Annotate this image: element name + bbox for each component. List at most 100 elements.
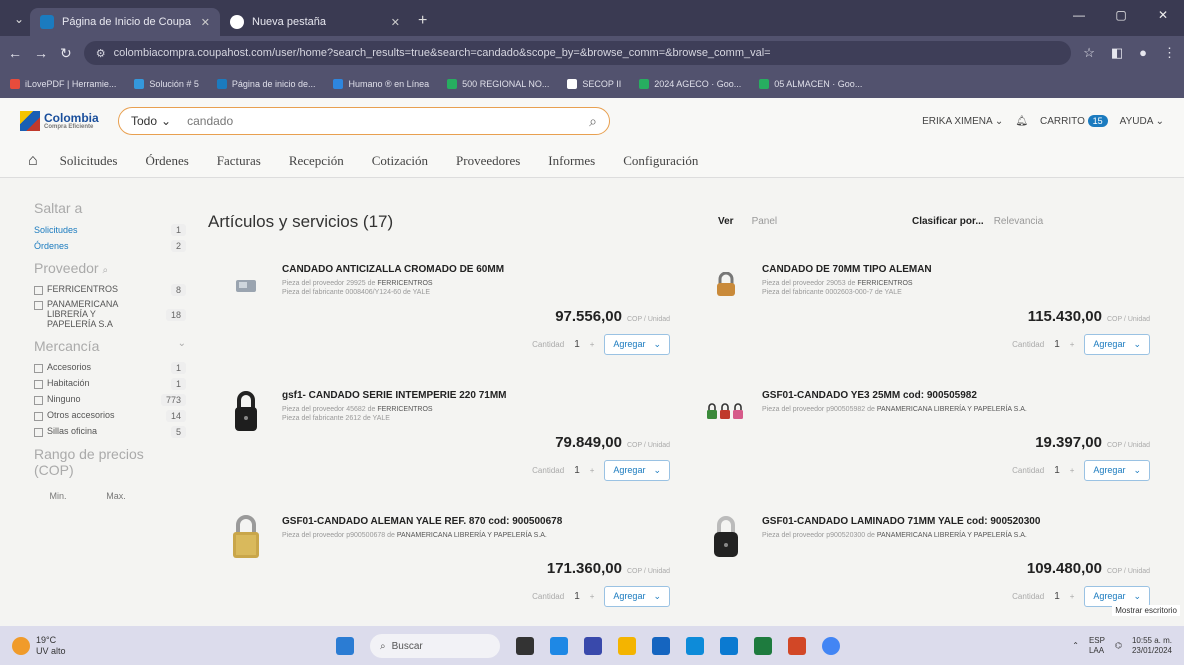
task-view-icon[interactable]	[516, 637, 534, 655]
product-name[interactable]: CANDADO DE 70MM TIPO ALEMAN	[762, 264, 932, 275]
browser-icon[interactable]	[686, 637, 704, 655]
min-price-input[interactable]: Min.	[34, 486, 82, 506]
bookmark-item[interactable]: Página de inicio de...	[216, 79, 315, 89]
home-icon[interactable]: ⌂	[28, 152, 38, 170]
checkbox[interactable]	[34, 301, 43, 310]
chevron-down-icon[interactable]: ⌄	[653, 339, 661, 350]
merch-filter[interactable]: Habitación 1	[34, 377, 186, 390]
office-icon[interactable]	[788, 637, 806, 655]
plus-icon[interactable]: +	[590, 340, 595, 349]
chevron-up-icon[interactable]: ⌃	[1072, 641, 1079, 651]
file-explorer-icon[interactable]	[618, 637, 636, 655]
quantity-input[interactable]: 1	[574, 591, 580, 602]
nav-informes[interactable]: Informes	[548, 153, 595, 169]
search-icon[interactable]: ⌕	[589, 113, 597, 130]
product-name[interactable]: gsf1- CANDADO SERIE INTEMPERIE 220 71MM	[282, 390, 507, 401]
colombia-compra-logo[interactable]: Colombia Compra Eficiente	[20, 106, 104, 136]
reload-icon[interactable]: ↻	[60, 45, 72, 62]
minimize-button[interactable]: —	[1058, 0, 1100, 30]
bookmark-star-icon[interactable]: ☆	[1083, 45, 1095, 61]
add-button[interactable]: Agregar ⌄	[604, 586, 670, 607]
search-icon[interactable]: ⌕	[102, 265, 108, 276]
profile-icon[interactable]: ●	[1139, 45, 1147, 61]
padlock-black-icon[interactable]	[226, 388, 266, 434]
outlook-icon[interactable]	[720, 637, 738, 655]
chevron-down-icon[interactable]: ⌄	[653, 465, 661, 476]
chevron-down-icon[interactable]: ⌄	[653, 591, 661, 602]
add-button[interactable]: Agregar ⌄	[1084, 334, 1150, 355]
close-window-button[interactable]: ✕	[1142, 0, 1184, 30]
tab-list-icon[interactable]: ⌄	[8, 8, 30, 30]
max-price-input[interactable]: Max.	[92, 486, 140, 506]
network-icon[interactable]: ⌬	[1115, 641, 1122, 651]
view-dropdown[interactable]: Panel	[752, 216, 902, 227]
add-button[interactable]: Agregar ⌄	[604, 460, 670, 481]
chrome-icon[interactable]	[822, 637, 840, 655]
padlock-chrome-icon[interactable]	[226, 262, 266, 308]
nav-facturas[interactable]: Facturas	[217, 153, 261, 169]
padlock-laminated-icon[interactable]	[706, 514, 746, 560]
quantity-input[interactable]: 1	[1054, 591, 1060, 602]
bookmark-item[interactable]: 05 ALMACEN · Goo...	[759, 79, 862, 89]
padlock-brass-icon[interactable]	[706, 262, 746, 308]
nav-configuracion[interactable]: Configuración	[623, 153, 698, 169]
excel-icon[interactable]	[754, 637, 772, 655]
padlock-set-icon[interactable]	[706, 388, 746, 434]
supplier-filter[interactable]: FERRICENTROS 8	[34, 284, 186, 296]
chevron-down-icon[interactable]: ⌄	[1133, 591, 1141, 602]
nav-cotizacion[interactable]: Cotización	[372, 153, 428, 169]
close-icon[interactable]: ✕	[201, 16, 210, 29]
supplier-link[interactable]: FERRICENTROS	[377, 406, 432, 413]
checkbox[interactable]	[34, 427, 43, 437]
sort-dropdown[interactable]: Relevancia	[994, 216, 1043, 227]
user-menu[interactable]: ERIKA XIMENA ⌄	[922, 116, 1003, 127]
new-tab-button[interactable]: +	[418, 12, 427, 30]
bookmark-item[interactable]: 500 REGIONAL NO...	[447, 79, 549, 89]
merch-filter[interactable]: Otros accesorios 14	[34, 409, 186, 422]
tab-new[interactable]: Nueva pestaña ✕	[220, 8, 410, 36]
jump-item[interactable]: Órdenes 2	[34, 240, 186, 252]
weather-widget[interactable]: 19°C UV alto	[12, 635, 66, 657]
quantity-input[interactable]: 1	[1054, 465, 1060, 476]
product-name[interactable]: GSF01-CANDADO YE3 25MM cod: 900505982	[762, 390, 977, 401]
windows-start-icon[interactable]	[336, 637, 354, 655]
bookmark-item[interactable]: Solución # 5	[134, 79, 199, 89]
quantity-input[interactable]: 1	[1054, 339, 1060, 350]
search-input[interactable]: candado	[187, 114, 589, 128]
clock[interactable]: 10:55 a. m. 23/01/2024	[1132, 636, 1172, 655]
checkbox[interactable]	[34, 363, 43, 373]
merch-filter[interactable]: Sillas oficina 5	[34, 425, 186, 438]
merchandise-heading[interactable]: Mercancía ⌄	[34, 338, 186, 354]
cart-link[interactable]: CARRITO 15	[1040, 114, 1108, 127]
add-button[interactable]: Agregar ⌄	[604, 334, 670, 355]
supplier-link[interactable]: PANAMERICANA LIBRERÍA Y PAPELERÍA S.A.	[877, 532, 1027, 539]
jump-item[interactable]: Solicitudes 1	[34, 224, 186, 236]
add-button[interactable]: Agregar ⌄	[1084, 460, 1150, 481]
back-icon[interactable]: ←	[8, 45, 22, 61]
supplier-link[interactable]: PANAMERICANA LIBRERÍA Y PAPELERÍA S.A.	[877, 406, 1027, 413]
checkbox[interactable]	[34, 411, 43, 421]
nav-solicitudes[interactable]: Solicitudes	[60, 153, 118, 169]
tab-coupa[interactable]: Página de Inicio de Coupa ✕	[30, 8, 220, 36]
sidebar-icon[interactable]: ◧	[1111, 45, 1123, 61]
checkbox[interactable]	[34, 286, 43, 295]
help-menu[interactable]: AYUDA ⌄	[1120, 116, 1164, 127]
bookmark-item[interactable]: iLovePDF | Herramie...	[10, 79, 116, 89]
bookmark-item[interactable]: Humano ® en Línea	[333, 79, 429, 89]
quantity-input[interactable]: 1	[574, 465, 580, 476]
site-info-icon[interactable]: ⚙	[96, 47, 106, 60]
edge-icon[interactable]	[550, 637, 568, 655]
add-button[interactable]: Agregar ⌄	[1084, 586, 1150, 607]
supplier-link[interactable]: FERRICENTROS	[377, 280, 432, 287]
maximize-button[interactable]: ▢	[1100, 0, 1142, 30]
plus-icon[interactable]: +	[1070, 340, 1075, 349]
merch-filter[interactable]: Ninguno 773	[34, 393, 186, 406]
product-name[interactable]: GSF01-CANDADO LAMINADO 71MM YALE cod: 90…	[762, 516, 1040, 527]
bell-icon[interactable]: 🔔︎	[1015, 116, 1028, 127]
bookmark-item[interactable]: SECOP II	[567, 79, 621, 89]
checkbox[interactable]	[34, 395, 43, 405]
nav-recepcion[interactable]: Recepción	[289, 153, 344, 169]
quantity-input[interactable]: 1	[574, 339, 580, 350]
plus-icon[interactable]: +	[590, 466, 595, 475]
plus-icon[interactable]: +	[1070, 592, 1075, 601]
